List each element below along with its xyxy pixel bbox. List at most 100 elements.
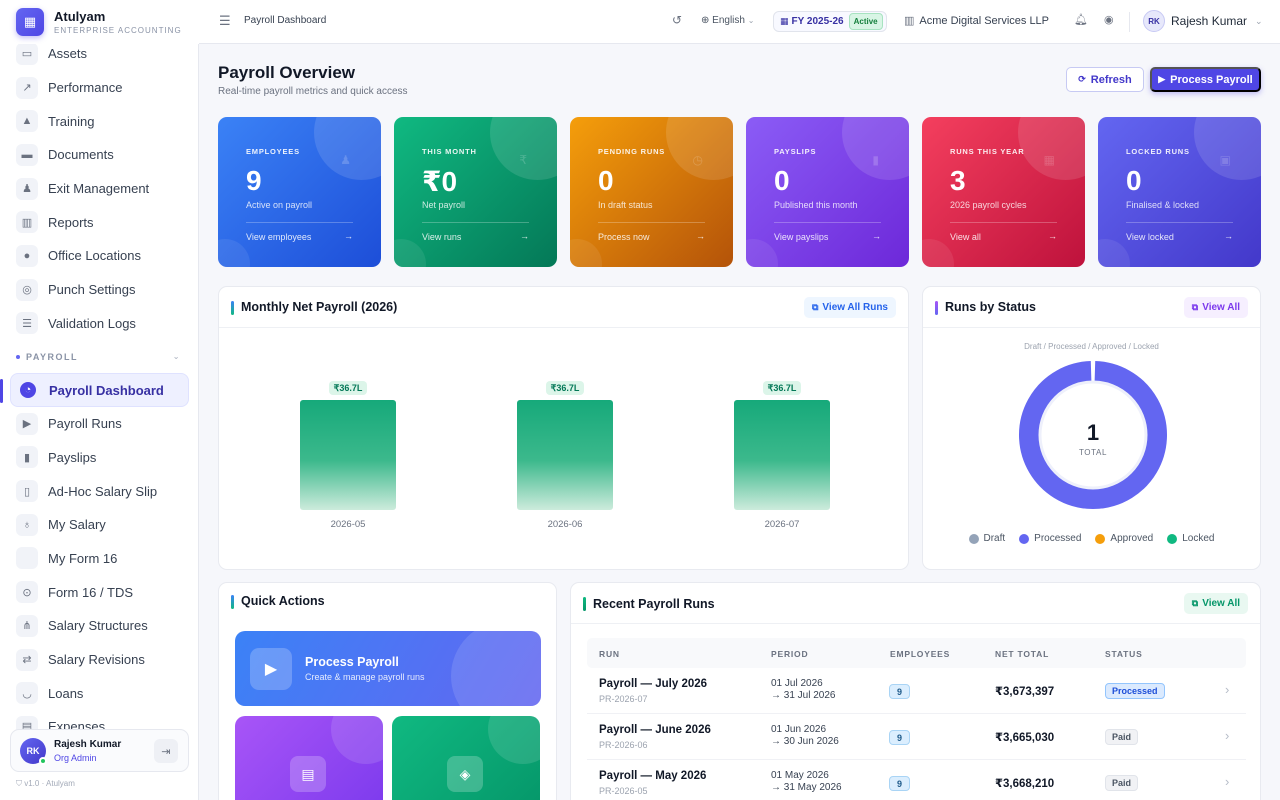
arrow-right-icon[interactable]: → [344, 231, 353, 241]
stat-card-payslips[interactable]: ▮ PAYSLIPS 0 Published this month View paysl… [746, 117, 909, 267]
sidebar-item-documents[interactable]: ▬ Documents [0, 138, 199, 172]
sidebar-item-salary-revisions[interactable]: ⇄ Salary Revisions [0, 643, 199, 677]
legend-item-locked[interactable]: Locked [1167, 533, 1214, 544]
process-payroll-action[interactable]: ▶ Process Payroll Create & manage payrol… [235, 631, 541, 706]
user-role: Org Admin [54, 752, 97, 763]
employee-count-badge: 9 [889, 684, 910, 699]
page-title: Payroll Overview [218, 63, 356, 82]
sidebar-item-performance[interactable]: ↗ Performance [0, 71, 199, 105]
sidebar-item-form-16-tds[interactable]: ⊙ Form 16 / TDS [0, 575, 199, 609]
sidebar-item-validation-logs[interactable]: ☰ Validation Logs [0, 307, 199, 341]
money-bag-icon: ♁ [16, 513, 38, 536]
bell-icon[interactable]: 🔔︎ [1074, 13, 1088, 26]
x-tick-label: 2026-07 [765, 519, 800, 530]
legend-item-processed[interactable]: Processed [1019, 533, 1081, 544]
menu-icon[interactable]: ☰ [219, 13, 231, 29]
sidebar-item-punch-settings[interactable]: ◎ Punch Settings [0, 273, 199, 307]
sidebar-item-label: Form 16 / TDS [48, 584, 134, 600]
stat-link[interactable]: View payslips [774, 232, 828, 242]
sidebar-item-label: My Salary [48, 517, 106, 533]
sitemap-icon: ⋔ [16, 614, 38, 637]
legend-label: Draft [983, 533, 1006, 544]
stat-link[interactable]: Process now [598, 232, 650, 242]
user-menu[interactable]: RK Rajesh Kumar ⌄ [1143, 10, 1263, 32]
sidebar-item-salary-structures[interactable]: ⋔ Salary Structures [0, 609, 199, 643]
brand[interactable]: ▦ Atulyam ENTERPRISE ACCOUNTING [0, 0, 199, 44]
sidebar-item-label: Ad-Hoc Salary Slip [48, 483, 158, 499]
chevron-right-icon[interactable]: › [1225, 728, 1229, 743]
stat-card-this-month[interactable]: ₹ THIS MONTH ₹0 Net payroll View runs → [394, 117, 557, 267]
action-title: Process Payroll [305, 655, 399, 669]
stat-card-locked-runs[interactable]: ▣ LOCKED RUNS 0 Finalised & locked View lock… [1098, 117, 1261, 267]
process-payroll-button[interactable]: ▶ Process Payroll [1150, 67, 1261, 92]
sidebar-item-office-locations[interactable]: ● Office Locations [0, 239, 199, 273]
sidebar-item-label: Assets [48, 46, 88, 62]
net-total: ₹3,668,210 [995, 778, 1055, 790]
sidebar-item-loans[interactable]: ◡ Loans [0, 676, 199, 710]
sidebar-item-ad-hoc-salary-slip[interactable]: ▯ Ad-Hoc Salary Slip [0, 474, 199, 508]
sidebar-item-my-form-16[interactable]: My Form 16 [0, 542, 199, 576]
quick-action-card[interactable]: ▤ [235, 716, 383, 800]
sidebar-item-label: Loans [48, 685, 84, 701]
stat-link[interactable]: View employees [246, 232, 311, 242]
play-icon: ▶ [250, 648, 292, 690]
sidebar-item-exit-management[interactable]: ♟ Exit Management [0, 172, 199, 206]
eye-icon[interactable]: ◉ [1104, 13, 1114, 26]
sidebar-item-my-salary[interactable]: ♁ My Salary [0, 508, 199, 542]
arrow-right-icon[interactable]: → [1048, 231, 1057, 241]
monthly-net-payroll-panel: Monthly Net Payroll (2026) ⧉ View All Run… [218, 286, 909, 570]
sidebar-item-payroll-dashboard[interactable]: ◔ Payroll Dashboard [0, 373, 189, 407]
arrow-right-icon[interactable]: → [696, 231, 705, 241]
sidebar-item-reports[interactable]: ▥ Reports [0, 205, 199, 239]
refresh-button[interactable]: ⟳ Refresh [1066, 67, 1144, 92]
stat-link[interactable]: View locked [1126, 232, 1174, 242]
recent-payroll-runs-panel: Recent Payroll Runs ⧉ View All RUN PERIOD… [570, 582, 1261, 800]
accent-bar [231, 595, 234, 609]
arrow-right-icon[interactable]: → [520, 231, 529, 241]
net-total: ₹3,665,030 [995, 732, 1055, 744]
sidebar-nav: ▭ Assets ↗ Performance ▲ Training ▬ Documents ♟ E… [0, 37, 199, 744]
run-code: PR-2026-05 [599, 786, 648, 796]
hand-holding-icon: ◡ [16, 682, 38, 705]
calendar-icon: ▦ [780, 16, 789, 26]
bar-2026-07[interactable] [734, 400, 830, 510]
stat-label: THIS MONTH [422, 147, 477, 156]
sidebar-item-training[interactable]: ▲ Training [0, 104, 199, 138]
view-all-runs-button[interactable]: ⧉ View All [1183, 593, 1248, 614]
period-start: 01 May 2026 [771, 770, 829, 781]
history-icon[interactable]: ↺ [672, 13, 682, 27]
clock-icon: ◷ [692, 153, 703, 167]
stat-card-runs-this-year[interactable]: ▦ RUNS THIS YEAR 3 2026 payroll cycles View … [922, 117, 1085, 267]
arrow-right-icon[interactable]: → [872, 231, 881, 241]
view-all-runs-button[interactable]: ⧉ View All Runs [803, 297, 896, 318]
sidebar-item-payslips[interactable]: ▮ Payslips [0, 441, 199, 475]
refresh-icon: ⟳ [1078, 74, 1086, 84]
fiscal-year-selector[interactable]: ▦ FY 2025-26 Active [773, 11, 887, 32]
brand-subtitle: ENTERPRISE ACCOUNTING [54, 26, 182, 35]
process-payroll-label: Process Payroll [1170, 73, 1253, 86]
logout-icon[interactable]: ⇥ [154, 739, 178, 763]
table-row[interactable]: Payroll — May 2026 PR-2026-05 01 May 2026 →… [587, 760, 1246, 800]
language-select[interactable]: ⊕ English ⌄ [701, 15, 754, 26]
stat-link[interactable]: View runs [422, 232, 461, 242]
stat-card-pending-runs[interactable]: ◷ PENDING RUNS 0 In draft status Process now… [570, 117, 733, 267]
legend-item-draft[interactable]: Draft [968, 533, 1006, 544]
table-body: Payroll — July 2026 PR-2026-07 01 Jul 2026… [587, 668, 1246, 800]
legend-item-approved[interactable]: Approved [1095, 533, 1153, 544]
sidebar-item-payroll-runs[interactable]: ▶ Payroll Runs [0, 407, 199, 441]
stat-link[interactable]: View all [950, 232, 981, 242]
brand-name: Atulyam [54, 9, 106, 24]
sidebar-section-payroll[interactable]: PAYROLL ⌄ [0, 340, 199, 373]
bar-2026-05[interactable] [300, 400, 396, 510]
sidebar-user-card[interactable]: RK Rajesh Kumar Org Admin ⇥ [10, 729, 189, 772]
quick-action-card[interactable]: ◈ [392, 716, 540, 800]
chevron-right-icon[interactable]: › [1225, 682, 1229, 697]
stat-card-employees[interactable]: ♟ EMPLOYEES 9 Active on payroll View employe… [218, 117, 381, 267]
chart-legend: Draft Processed Approved Locked [923, 533, 1260, 544]
table-row[interactable]: Payroll — June 2026 PR-2026-06 01 Jun 2026… [587, 714, 1246, 760]
arrow-right-icon[interactable]: → [1224, 231, 1233, 241]
organization-selector[interactable]: ▥ Acme Digital Services LLP [904, 14, 1049, 27]
bar-2026-06[interactable] [517, 400, 613, 510]
chevron-right-icon[interactable]: › [1225, 774, 1229, 789]
table-row[interactable]: Payroll — July 2026 PR-2026-07 01 Jul 2026… [587, 668, 1246, 714]
